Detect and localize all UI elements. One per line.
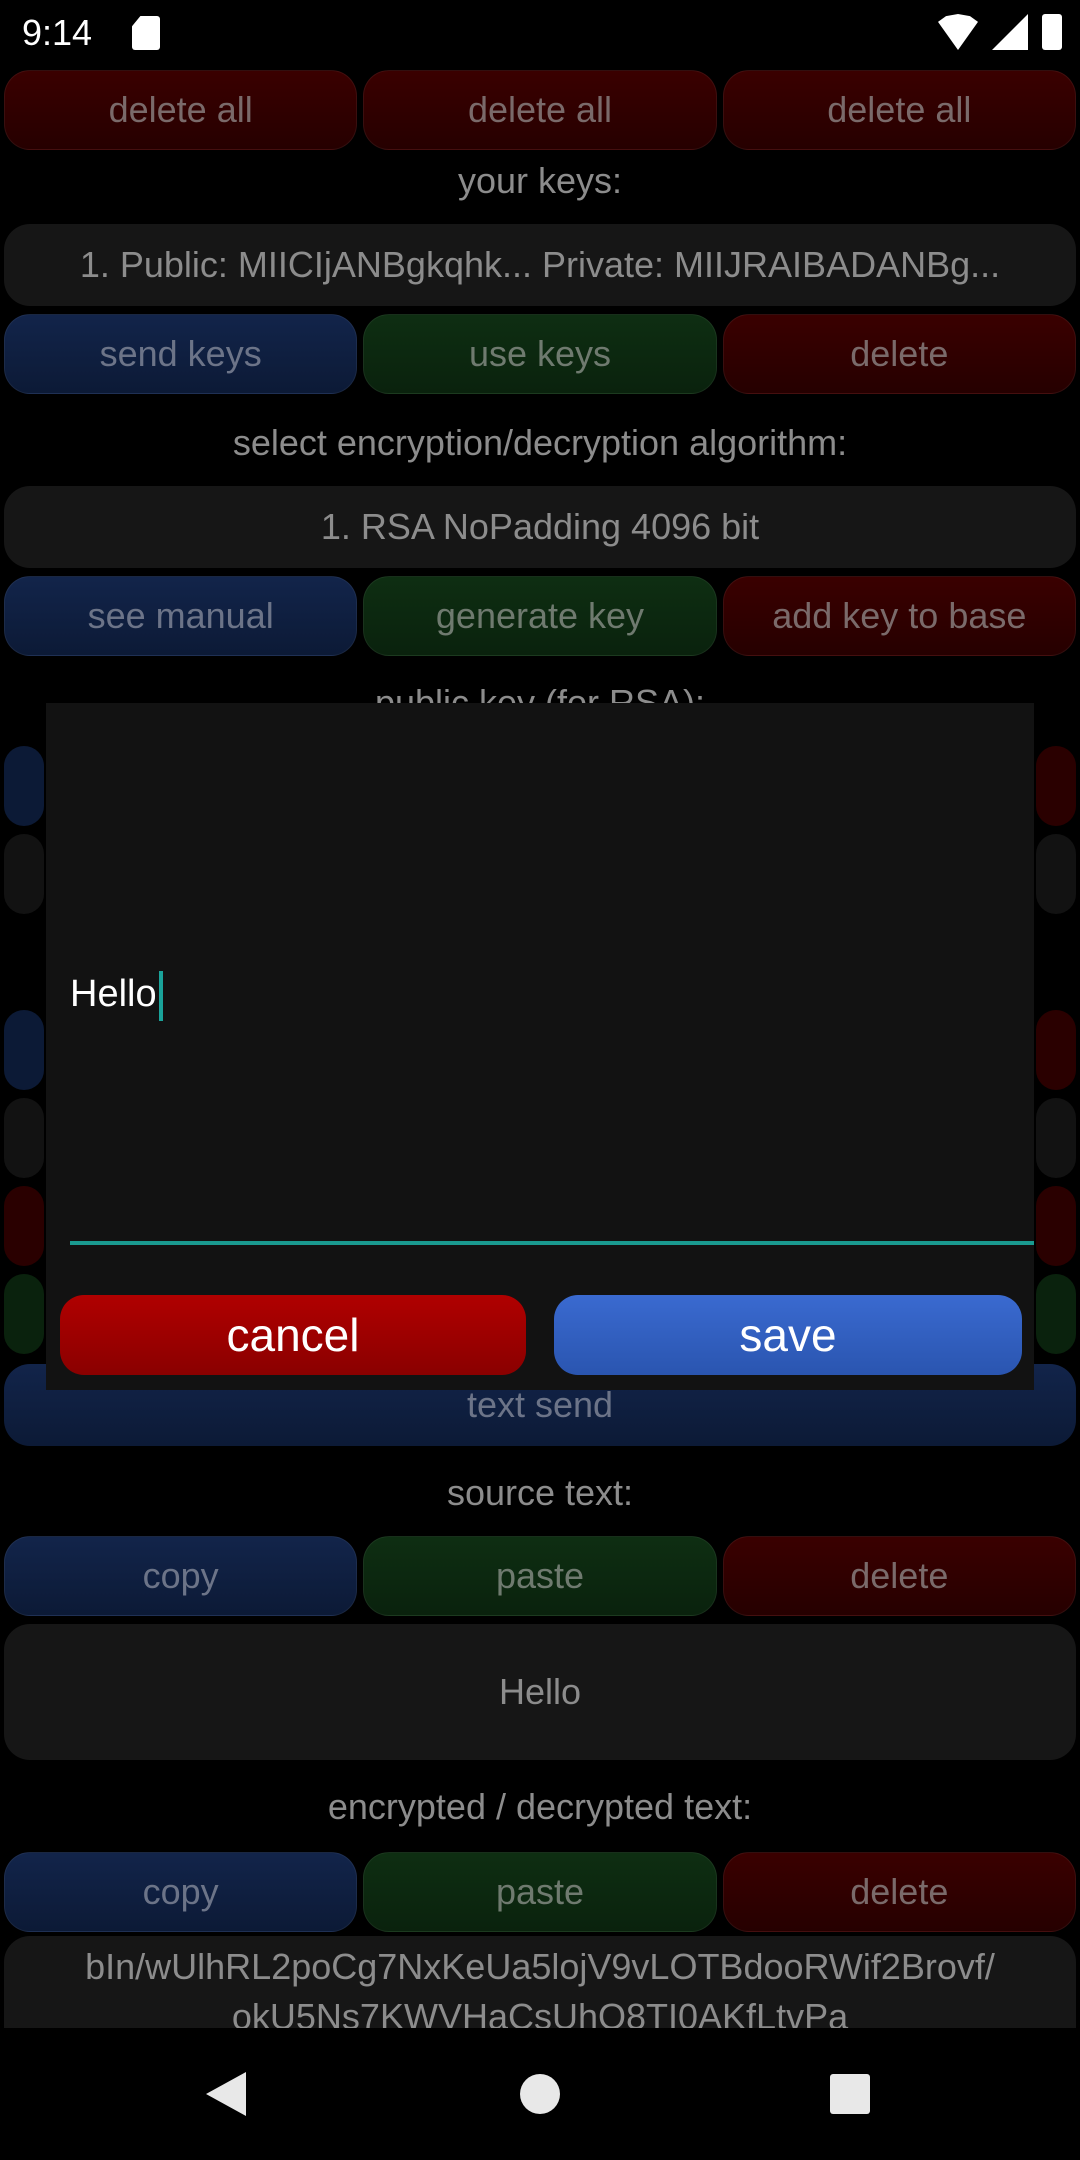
dialog-text-input[interactable]: Hello — [70, 971, 163, 1021]
result-copy-button[interactable]: copy — [4, 1852, 358, 1932]
public-key-label: public key (for RSA): — [374, 682, 706, 704]
hidden-field-edge — [1036, 1098, 1076, 1178]
home-icon[interactable] — [520, 2074, 560, 2114]
hidden-field-edge — [4, 1098, 44, 1178]
result-text-line-1: bIn/wUlhRL2poCg7NxKeUa5lojV9vLOTBdooRWif… — [85, 1946, 995, 1987]
delete-all-button-2[interactable]: delete all — [363, 70, 717, 150]
source-actions-row: copy paste delete — [4, 1536, 1076, 1616]
delete-all-row: delete all delete all delete all — [4, 70, 1076, 150]
hidden-button-edge — [4, 1274, 44, 1354]
hidden-button-edge — [4, 746, 44, 826]
result-actions-row: copy paste delete — [4, 1852, 1076, 1932]
delete-key-button[interactable]: delete — [722, 314, 1076, 394]
hidden-button-edge — [1036, 1274, 1076, 1354]
hidden-field-edge — [4, 834, 44, 914]
source-text-field[interactable]: Hello — [4, 1624, 1076, 1760]
use-keys-button[interactable]: use keys — [363, 314, 717, 394]
status-icons — [938, 14, 1062, 50]
sd-card-icon — [132, 16, 160, 50]
send-keys-button[interactable]: send keys — [4, 314, 358, 394]
hidden-button-edge — [4, 1186, 44, 1266]
hidden-button-edge — [1036, 1010, 1076, 1090]
battery-icon — [1042, 14, 1062, 50]
source-text-label: source text: — [446, 1472, 634, 1513]
status-bar: 9:14 — [0, 0, 1080, 66]
input-underline — [70, 1241, 1034, 1245]
key-selector[interactable]: 1. Public: MIICIjANBgkqhk... Private: MI… — [4, 224, 1076, 306]
source-paste-button[interactable]: paste — [363, 1536, 717, 1616]
app-screen: 9:14 delete all delete all delete all yo… — [0, 0, 1080, 2160]
result-text-field[interactable]: bIn/wUlhRL2poCg7NxKeUa5lojV9vLOTBdooRWif… — [4, 1936, 1076, 2034]
cancel-button[interactable]: cancel — [60, 1295, 526, 1375]
hidden-button-edge — [1036, 746, 1076, 826]
algorithm-selector[interactable]: 1. RSA NoPadding 4096 bit — [4, 486, 1076, 568]
generate-key-button[interactable]: generate key — [363, 576, 717, 656]
algorithm-actions-row: see manual generate key add key to base — [4, 576, 1076, 656]
result-delete-button[interactable]: delete — [722, 1852, 1076, 1932]
key-actions-row: send keys use keys delete — [4, 314, 1076, 394]
status-time: 9:14 — [22, 12, 93, 53]
source-delete-button[interactable]: delete — [722, 1536, 1076, 1616]
see-manual-button[interactable]: see manual — [4, 576, 358, 656]
hidden-button-edge — [1036, 1186, 1076, 1266]
wifi-icon — [938, 14, 978, 50]
hidden-field-edge — [1036, 834, 1076, 914]
result-text-label: encrypted / decrypted text: — [327, 1786, 753, 1827]
text-cursor — [158, 971, 163, 1021]
source-copy-button[interactable]: copy — [4, 1536, 358, 1616]
add-key-to-base-button[interactable]: add key to base — [722, 576, 1076, 656]
back-icon[interactable] — [206, 2072, 246, 2116]
edit-text-dialog: Hello cancel save — [46, 703, 1034, 1390]
save-button[interactable]: save — [554, 1295, 1022, 1375]
delete-all-button-3[interactable]: delete all — [722, 70, 1076, 150]
navigation-bar — [0, 2028, 1080, 2160]
dialog-input-value: Hello — [70, 973, 157, 1016]
cell-signal-icon — [992, 14, 1028, 50]
delete-all-button-1[interactable]: delete all — [4, 70, 358, 150]
hidden-button-edge — [4, 1010, 44, 1090]
result-paste-button[interactable]: paste — [363, 1852, 717, 1932]
recents-icon[interactable] — [830, 2074, 870, 2114]
your-keys-label: your keys: — [457, 160, 623, 201]
algorithm-label: select encryption/decryption algorithm: — [232, 422, 848, 463]
